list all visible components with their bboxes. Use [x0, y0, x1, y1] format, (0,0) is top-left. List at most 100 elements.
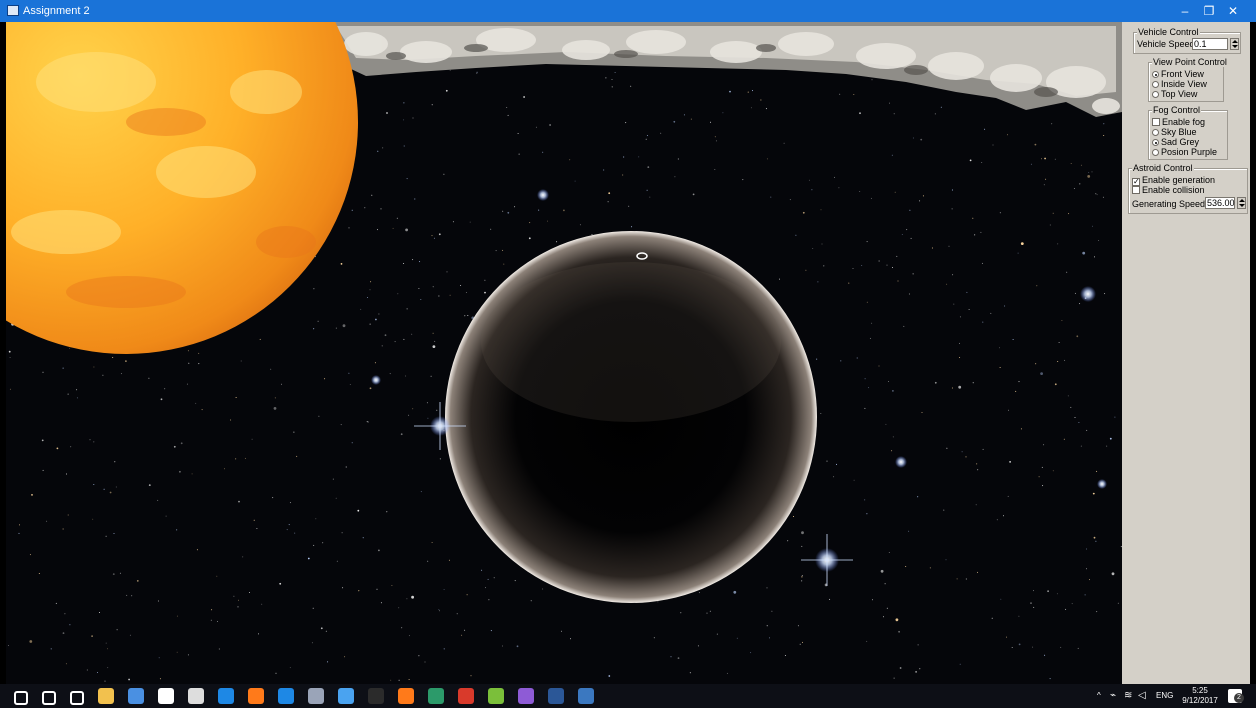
star: [866, 241, 868, 243]
star: [420, 299, 422, 300]
visual-studio-icon[interactable]: [518, 688, 534, 704]
app-icon[interactable]: [128, 688, 144, 704]
generating-speed-input[interactable]: 536.00: [1205, 197, 1235, 209]
star: [1041, 158, 1042, 160]
star: [1045, 178, 1047, 180]
star: [514, 206, 516, 208]
star: [335, 327, 337, 329]
star: [164, 388, 166, 390]
notification-icon[interactable]: 2: [1228, 689, 1244, 703]
star: [793, 516, 794, 517]
star: [729, 90, 731, 93]
star: [742, 179, 744, 181]
star: [670, 656, 672, 658]
star: [802, 641, 803, 643]
star: [18, 532, 20, 534]
star: [112, 573, 115, 575]
close-button[interactable]: ✕: [1210, 0, 1256, 22]
star: [623, 156, 625, 158]
3d-icon[interactable]: [188, 688, 204, 704]
generating-speed-spinner[interactable]: [1237, 197, 1246, 209]
firefox-icon-2[interactable]: [398, 688, 414, 704]
wifi-icon[interactable]: ≋: [1124, 684, 1132, 708]
word-icon[interactable]: [548, 688, 564, 704]
star: [69, 347, 71, 349]
windows-start-icon[interactable]: [14, 691, 28, 705]
star: [833, 476, 835, 478]
mail-icon[interactable]: [158, 688, 174, 704]
star: [853, 94, 855, 95]
notepad-icon[interactable]: [488, 688, 504, 704]
inside-view-radio[interactable]: Inside View: [1152, 79, 1207, 89]
title-bar: Assignment 2 – ❐ ✕: [0, 0, 1256, 22]
star: [797, 625, 799, 627]
enable-fog-checkbox[interactable]: Enable fog: [1152, 117, 1205, 127]
star: [801, 575, 803, 578]
star: [929, 567, 931, 569]
firefox-icon[interactable]: [248, 688, 264, 704]
star: [148, 484, 151, 486]
star: [1030, 602, 1032, 604]
star: [871, 79, 873, 81]
search-icon[interactable]: [42, 691, 56, 705]
front-view-radio[interactable]: Front View: [1152, 69, 1204, 79]
star: [313, 328, 315, 330]
teamviewer-icon[interactable]: [218, 688, 234, 704]
enable-collision-checkbox[interactable]: Enable collision: [1132, 185, 1205, 195]
radio-selected-icon: [1152, 139, 1159, 146]
star: [91, 635, 93, 637]
app-icon-2[interactable]: [338, 688, 354, 704]
star: [274, 397, 276, 399]
language-indicator[interactable]: ENG: [1156, 684, 1173, 708]
terminal-icon[interactable]: [368, 688, 384, 704]
clock[interactable]: 5:25 9/12/2017: [1180, 686, 1220, 706]
star: [799, 643, 801, 645]
star: [547, 220, 548, 222]
star: [953, 303, 955, 305]
tray-chevron-icon[interactable]: ^: [1097, 684, 1101, 708]
sad-grey-radio[interactable]: Sad Grey: [1152, 137, 1199, 147]
sky-blue-radio[interactable]: Sky Blue: [1152, 127, 1197, 137]
volume-icon[interactable]: ◁: [1138, 684, 1146, 708]
star: [381, 345, 383, 347]
tool-icon[interactable]: [308, 688, 324, 704]
star: [965, 456, 967, 458]
skype-icon[interactable]: [278, 688, 294, 704]
star: [706, 612, 708, 614]
star: [105, 535, 107, 537]
asteroid-control-label: Astroid Control: [1132, 163, 1194, 173]
star: [158, 657, 160, 659]
star: [506, 107, 508, 108]
star: [771, 610, 773, 612]
app-icon-3[interactable]: [428, 688, 444, 704]
star: [878, 260, 880, 262]
network-icon[interactable]: ⌁: [1110, 684, 1116, 708]
pdf-icon[interactable]: [458, 688, 474, 704]
star: [41, 439, 44, 442]
star: [233, 595, 235, 597]
star: [972, 217, 974, 219]
file-explorer-icon[interactable]: [98, 688, 114, 704]
opengl-app-icon[interactable]: [578, 688, 594, 704]
star: [29, 554, 31, 556]
star: [419, 261, 421, 263]
star: [1007, 134, 1008, 136]
star: [348, 372, 350, 374]
star: [126, 594, 128, 596]
star: [999, 347, 1000, 349]
star: [1067, 395, 1069, 397]
star: [1040, 372, 1043, 375]
star: [176, 529, 178, 531]
star: [408, 414, 410, 416]
star: [405, 228, 408, 232]
vehicle-speed-spinner[interactable]: [1230, 38, 1239, 50]
scene-viewport[interactable]: [6, 22, 1122, 684]
star: [959, 316, 961, 318]
star: [389, 373, 391, 375]
top-view-radio[interactable]: Top View: [1152, 89, 1197, 99]
star: [102, 374, 104, 376]
task-view-icon[interactable]: [70, 691, 84, 705]
vehicle-speed-input[interactable]: 0.1: [1192, 38, 1228, 50]
star: [1117, 602, 1119, 604]
posion-purple-radio[interactable]: Posion Purple: [1152, 147, 1217, 157]
